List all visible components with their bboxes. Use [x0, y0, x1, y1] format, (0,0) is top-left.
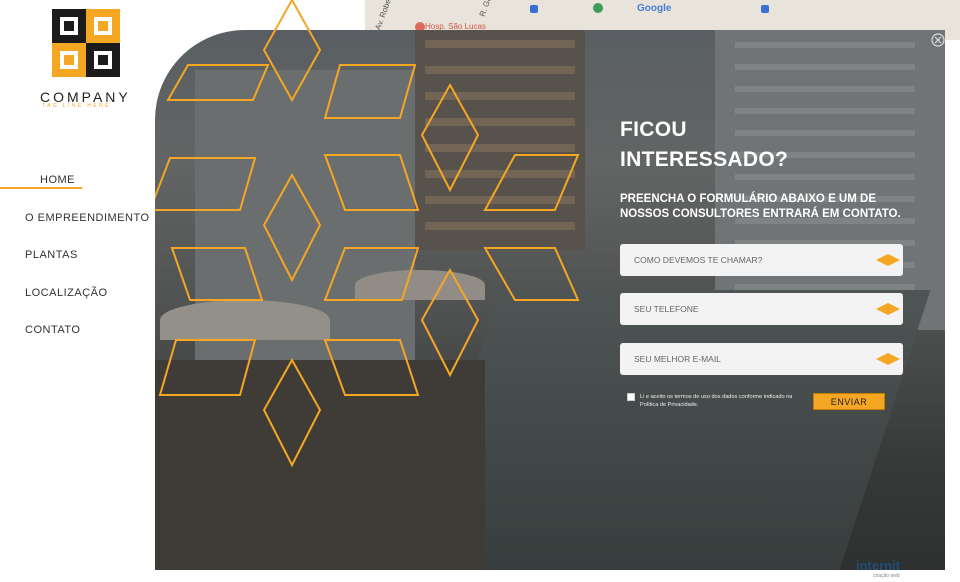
arrow-icon — [876, 303, 900, 315]
nav-active-indicator — [0, 187, 82, 189]
form-subtitle: PREENCHA O FORMULÁRIO ABAIXO E UM DE NOS… — [620, 193, 901, 220]
nav-item-localizacao[interactable]: LOCALIZAÇÃO — [25, 287, 108, 299]
arrow-icon — [876, 353, 900, 365]
terms-text: Li e aceito os termos de uso dos dados c… — [640, 394, 793, 408]
form-title: FICOU INTERESSADO? — [620, 118, 789, 171]
terms-checkbox[interactable] — [627, 393, 635, 401]
internit-logo[interactable]: internit — [856, 558, 900, 573]
google-logo: Google — [637, 3, 672, 14]
nav-item-plantas[interactable]: PLANTAS — [25, 249, 78, 261]
marker-pin-icon — [761, 5, 769, 13]
email-field[interactable] — [620, 343, 903, 375]
phone-field[interactable] — [620, 293, 903, 325]
expand-icon[interactable] — [931, 33, 945, 47]
submit-button[interactable]: ENVIAR — [813, 393, 885, 410]
internit-subtitle: criação web — [873, 573, 900, 579]
nav-item-home[interactable]: HOME — [40, 174, 75, 186]
nav-item-empreendimento[interactable]: O EMPREENDIMENTO — [25, 212, 150, 224]
arrow-icon — [876, 254, 900, 266]
brand-tagline: TAG LINE HERE — [42, 103, 111, 109]
diamond-pattern — [155, 0, 580, 468]
company-logo — [52, 9, 120, 77]
nav-item-contato[interactable]: CONTATO — [25, 324, 80, 336]
name-field[interactable] — [620, 244, 903, 276]
